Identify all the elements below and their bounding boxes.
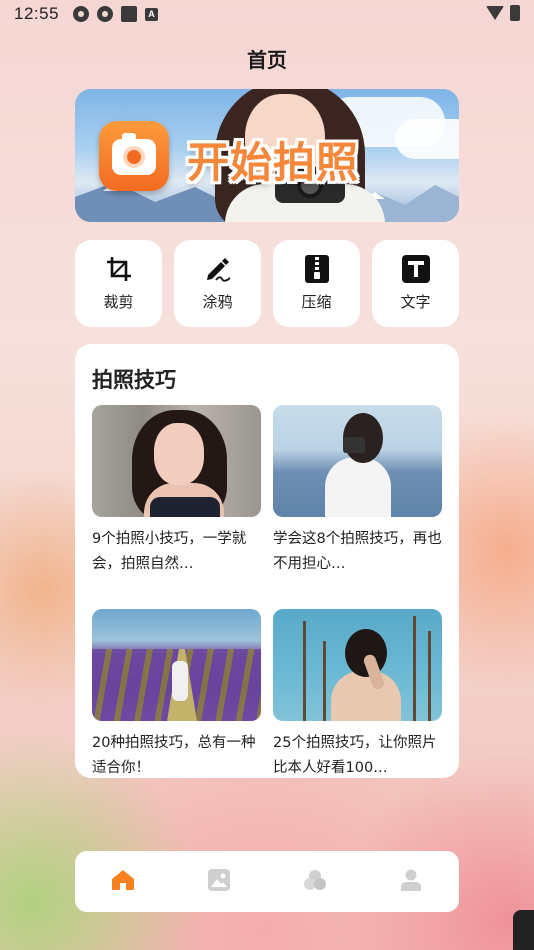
crop-icon — [105, 255, 133, 283]
square-icon — [121, 6, 138, 22]
flower-icon — [97, 6, 114, 22]
home-icon — [111, 869, 135, 895]
person-icon — [401, 869, 421, 895]
tip-card[interactable]: 20种拍照技巧，总有一种适合你！ — [92, 609, 261, 778]
status-notification-icons: A — [73, 6, 159, 22]
tip-card[interactable]: 25个拍照技巧，让你照片比本人好看100… — [273, 609, 442, 778]
banner-title: 开始拍照 — [187, 138, 360, 187]
wifi-icon — [486, 6, 504, 20]
tool-label: 涂鸦 — [202, 293, 233, 311]
tip-card[interactable]: 9个拍照小技巧，一学就会，拍照自然… — [92, 405, 261, 577]
tool-compress[interactable]: 压缩 — [273, 240, 360, 327]
text-t-icon — [401, 255, 430, 283]
tip-thumbnail — [92, 405, 261, 517]
status-bar: 12:55 A — [0, 0, 534, 28]
page-title: 首页 — [247, 48, 287, 72]
tab-home[interactable] — [93, 851, 153, 912]
photo-tips-section: 拍照技巧 9个拍照小技巧，一学就会，拍照自然… 学会这8个拍照技巧，再也不用担心… — [75, 344, 459, 778]
section-title: 拍照技巧 — [92, 368, 176, 392]
flower-icon — [73, 6, 90, 22]
tool-label: 压缩 — [301, 293, 332, 311]
tip-title: 20种拍照技巧，总有一种适合你！ — [92, 735, 256, 776]
tip-thumbnail — [273, 609, 442, 721]
start-camera-banner[interactable]: 开始拍照 — [75, 89, 459, 222]
camera-app-icon — [99, 121, 169, 191]
status-time: 12:55 — [14, 4, 60, 23]
tip-title: 9个拍照小技巧，一学就会，拍照自然… — [92, 531, 247, 572]
a-badge-icon: A — [145, 7, 159, 21]
gallery-icon — [208, 868, 230, 895]
tool-label: 裁剪 — [103, 293, 134, 311]
tip-card[interactable]: 学会这8个拍照技巧，再也不用担心… — [273, 405, 442, 577]
tool-grid: 裁剪 涂鸦 压缩 文字 — [75, 240, 459, 327]
zip-compress-icon — [303, 255, 331, 283]
floating-widget-edge[interactable] — [513, 910, 534, 950]
tool-doodle[interactable]: 涂鸦 — [174, 240, 261, 327]
tip-title: 25个拍照技巧，让你照片比本人好看100… — [273, 735, 437, 776]
tab-gallery[interactable] — [189, 851, 249, 912]
tool-label: 文字 — [400, 293, 431, 311]
circles-filter-icon — [303, 869, 327, 895]
status-right-icons — [486, 5, 520, 21]
pen-scribble-icon — [204, 255, 232, 283]
tool-text[interactable]: 文字 — [372, 240, 459, 327]
battery-charging-icon — [510, 5, 520, 21]
tip-thumbnail — [92, 609, 261, 721]
bottom-tab-bar — [75, 851, 459, 912]
tab-profile[interactable] — [381, 851, 441, 912]
banner-cloud — [395, 119, 459, 159]
tip-title: 学会这8个拍照技巧，再也不用担心… — [273, 531, 442, 572]
tip-thumbnail — [273, 405, 442, 517]
tool-crop[interactable]: 裁剪 — [75, 240, 162, 327]
tab-filters[interactable] — [285, 851, 345, 912]
